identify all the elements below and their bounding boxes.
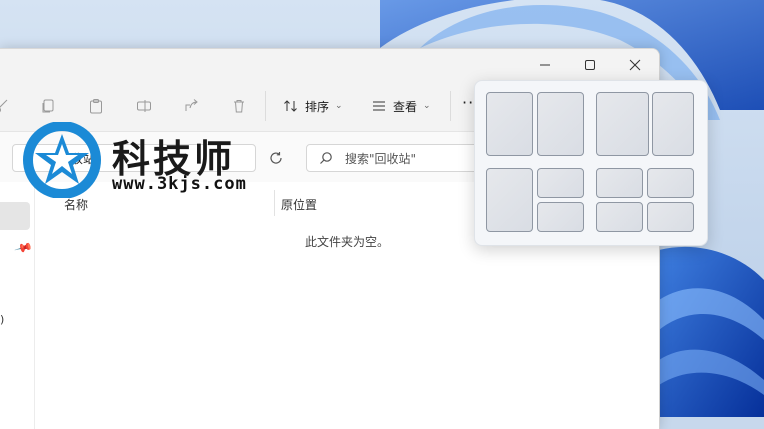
snap-zone-top-right[interactable]: [537, 168, 584, 198]
delete-icon[interactable]: [229, 96, 249, 116]
toolbar-separator: [265, 91, 266, 121]
chevron-down-icon: ⌄: [335, 101, 343, 111]
star-logo-icon: [23, 122, 101, 198]
snap-zone-quad-top-left[interactable]: [596, 168, 643, 198]
snap-zone-bottom-right[interactable]: [537, 202, 584, 232]
paste-icon[interactable]: [86, 96, 106, 116]
cut-icon[interactable]: [0, 96, 12, 116]
snap-layouts-flyout: [474, 80, 708, 246]
search-placeholder: 搜索"回收站": [345, 151, 417, 166]
close-button[interactable]: [613, 51, 657, 79]
snap-zone-half-left[interactable]: [486, 92, 533, 156]
maximize-icon: [585, 60, 595, 70]
view-button[interactable]: 查看 ⌄: [371, 93, 431, 119]
snap-zone-wide-left[interactable]: [596, 92, 649, 156]
snap-zone-quad-bottom-right[interactable]: [647, 202, 694, 232]
toolbar-separator: [450, 91, 451, 121]
search-icon: [320, 152, 332, 164]
view-icon: [373, 101, 385, 111]
title-bar[interactable]: [0, 49, 659, 81]
copy-icon[interactable]: [38, 96, 58, 116]
snap-zone-quad-top-right[interactable]: [647, 168, 694, 198]
view-label: 查看: [393, 99, 418, 114]
sort-label: 排序: [305, 99, 330, 114]
snap-zone-narrow-right[interactable]: [652, 92, 694, 156]
maximize-button[interactable]: [568, 51, 612, 79]
column-original-location[interactable]: 原位置: [281, 196, 317, 213]
watermark-logo: 科技师 www.3kjs.com: [20, 122, 260, 198]
nav-selected-item[interactable]: [0, 202, 30, 230]
empty-folder-message: 此文件夹为空。: [305, 235, 390, 249]
pin-icon: 📌: [13, 238, 34, 258]
sort-button[interactable]: 排序 ⌄: [283, 93, 343, 119]
sort-icon: [284, 100, 297, 112]
navigation-pane: 📌 ): [0, 182, 35, 429]
minimize-button[interactable]: [523, 51, 567, 79]
column-name[interactable]: 名称: [64, 196, 88, 213]
rename-icon[interactable]: [134, 96, 154, 116]
share-icon[interactable]: [182, 96, 202, 116]
snap-zone-quad-bottom-left[interactable]: [596, 202, 643, 232]
column-divider[interactable]: [274, 190, 275, 216]
minimize-icon: [540, 64, 550, 66]
snap-zone-left-column[interactable]: [486, 168, 533, 232]
refresh-button[interactable]: [264, 146, 288, 170]
close-icon: [629, 59, 641, 71]
brand-url: www.3kjs.com: [112, 174, 247, 194]
refresh-icon: [270, 152, 282, 164]
chevron-down-icon: ⌄: [423, 101, 431, 111]
snap-zone-half-right[interactable]: [537, 92, 584, 156]
nav-item-fragment[interactable]: ): [0, 313, 4, 326]
